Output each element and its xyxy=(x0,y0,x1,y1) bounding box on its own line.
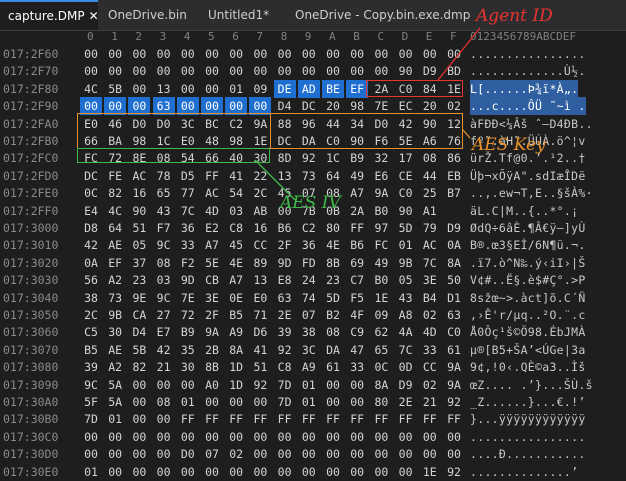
annotation-arrows xyxy=(254,27,481,201)
aes-key-label: AES Key xyxy=(472,135,546,155)
aes-iv-label: AES IV xyxy=(280,193,341,213)
agent-id-label: Agent ID xyxy=(476,6,553,26)
